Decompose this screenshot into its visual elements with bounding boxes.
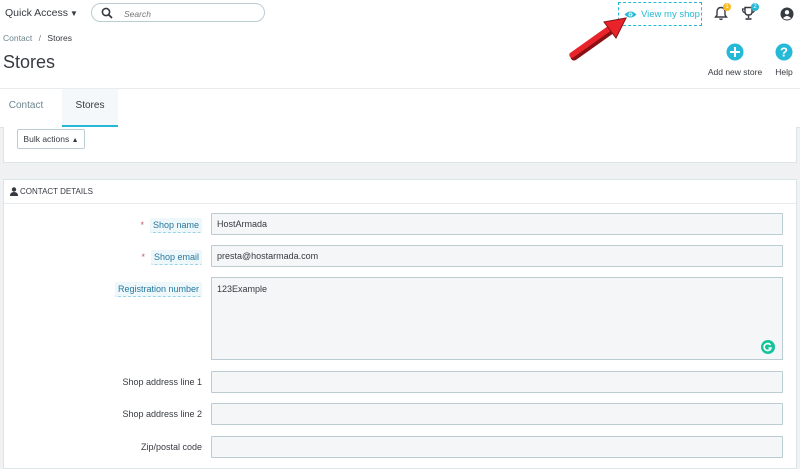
- shop-email-label-text[interactable]: Shop email: [150, 250, 202, 265]
- page-header: Contact / Stores Stores Add new store ? …: [0, 28, 800, 88]
- registration-number-textarea[interactable]: 123Example: [211, 277, 783, 360]
- tab-contact-label: Contact: [8, 100, 44, 111]
- zip-code-input[interactable]: [211, 436, 783, 458]
- tab-stores[interactable]: Stores: [62, 89, 118, 127]
- address-line1-label: Shop address line 1: [122, 377, 202, 387]
- search-box[interactable]: [91, 3, 265, 22]
- address-line2-input[interactable]: [211, 403, 783, 425]
- help-label: Help: [775, 67, 793, 77]
- shop-name-label-text[interactable]: Shop name: [149, 218, 202, 233]
- help-button[interactable]: ? Help: [771, 43, 797, 77]
- view-my-shop-label: View my shop: [641, 9, 700, 20]
- registration-number-label-text[interactable]: Registration number: [114, 282, 202, 297]
- notifications-button[interactable]: 1: [714, 3, 731, 26]
- registration-number-label: Registration number: [4, 282, 202, 297]
- breadcrumb-current: Stores: [47, 33, 72, 43]
- quick-access-menu[interactable]: Quick Access ▼: [5, 7, 78, 19]
- breadcrumb: Contact / Stores: [3, 33, 72, 43]
- shop-email-label: * Shop email: [4, 250, 202, 265]
- required-asterisk: *: [141, 252, 145, 262]
- address-line1-input[interactable]: [211, 371, 783, 393]
- caret-down-icon: ▼: [70, 9, 78, 18]
- address-line2-label: Shop address line 2: [122, 409, 202, 419]
- user-avatar-icon: [780, 7, 794, 21]
- grammarly-button[interactable]: [761, 340, 775, 354]
- zip-code-label: Zip/postal code: [140, 442, 202, 452]
- panel-title: CONTACT DETAILS: [20, 187, 93, 196]
- svg-text:?: ?: [780, 45, 788, 60]
- breadcrumb-contact-link[interactable]: Contact: [3, 33, 32, 43]
- user-menu-button[interactable]: [780, 7, 794, 26]
- bulk-actions-label: Bulk actions: [23, 134, 70, 144]
- page-title: Stores: [3, 52, 56, 72]
- caret-up-icon: ▲: [71, 137, 79, 144]
- add-new-store-label: Add new store: [707, 67, 763, 77]
- user-icon: [10, 187, 18, 196]
- plus-circle-icon: [726, 43, 744, 61]
- top-bar: Quick Access▼ View my shop 1 2: [0, 0, 800, 28]
- shop-name-label: * Shop name: [4, 218, 202, 233]
- view-my-shop-link[interactable]: View my shop: [618, 2, 702, 26]
- required-asterisk: *: [140, 220, 144, 230]
- breadcrumb-separator: /: [38, 33, 42, 43]
- tab-stores-label: Stores: [75, 100, 105, 111]
- annotation-arrow-icon: [569, 17, 627, 61]
- tab-bar: Contact Stores: [0, 88, 800, 128]
- panel-heading: CONTACT DETAILS: [4, 180, 796, 204]
- tab-contact[interactable]: Contact: [0, 89, 52, 125]
- trophy-badge: 2: [751, 3, 759, 11]
- bulk-actions-button[interactable]: Bulk actions ▲: [17, 129, 85, 149]
- add-new-store-button[interactable]: Add new store: [704, 43, 766, 77]
- shop-email-input[interactable]: [211, 245, 783, 267]
- notifications-badge: 1: [723, 3, 731, 11]
- trophy-button[interactable]: 2: [741, 3, 759, 26]
- search-icon: [101, 7, 113, 19]
- quick-access-label: Quick Access: [5, 7, 69, 19]
- stores-list-panel: Bulk actions ▲: [3, 127, 797, 163]
- help-icon: ?: [775, 43, 793, 61]
- grammarly-icon: [763, 342, 773, 352]
- contact-details-panel: CONTACT DETAILS * Shop name * Shop email R…: [3, 179, 797, 469]
- search-input[interactable]: [122, 6, 256, 21]
- shop-name-input[interactable]: [211, 213, 783, 235]
